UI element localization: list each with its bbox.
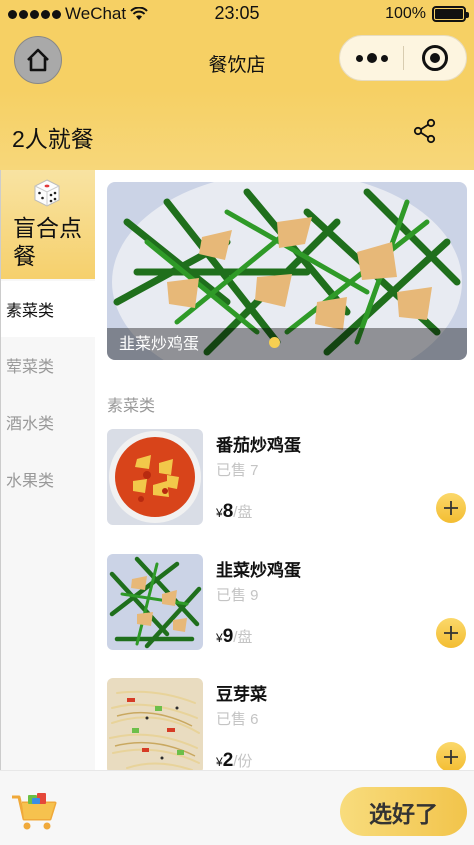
nav-bar: 餐饮店 <box>0 30 474 90</box>
price-currency: ¥ <box>216 506 223 520</box>
sidebar-item-meat[interactable]: 荤菜类 <box>1 337 96 393</box>
price-unit: /盘 <box>233 629 253 646</box>
battery-icon <box>432 6 469 22</box>
dish-price: ¥8/盘 <box>216 501 252 523</box>
dish-sold-count: 已售 7 <box>216 462 259 479</box>
price-value: 8 <box>222 501 234 522</box>
section-title: 素菜类 <box>107 398 156 415</box>
banner-carousel[interactable]: 韭菜炒鸡蛋 <box>107 182 467 360</box>
blind-box-label: 盲合点餐 <box>13 215 82 269</box>
dish-sold-count: 已售 9 <box>216 587 259 604</box>
dish-name: 豆芽菜 <box>216 685 267 704</box>
carousel-indicator-dot <box>269 337 280 348</box>
list-item[interactable]: 豆芽菜 已售 6 ¥2/份 <box>107 678 467 770</box>
category-sidebar: 盲合点餐 素菜类 荤菜类 酒水类 水果类 <box>0 170 96 770</box>
dish-list-panel: 韭菜炒鸡蛋 素菜类 番茄炒鸡蛋 已售 7 ¥8/盘 韭菜炒鸡蛋 已售 9 ¥9/… <box>95 170 474 770</box>
cart-icon[interactable] <box>10 791 58 833</box>
status-bar: WeChat 23:05 100% <box>0 0 474 30</box>
dish-image <box>107 554 203 650</box>
sidebar-item-vegetables[interactable]: 素菜类 <box>1 281 96 337</box>
add-to-cart-button[interactable] <box>436 742 466 770</box>
add-to-cart-button[interactable] <box>436 493 466 523</box>
price-value: 2 <box>222 750 234 770</box>
dish-name: 韭菜炒鸡蛋 <box>216 561 301 580</box>
dish-name: 番茄炒鸡蛋 <box>216 436 301 455</box>
dish-image <box>107 678 203 770</box>
battery-percent: 100% <box>385 5 426 22</box>
add-to-cart-button[interactable] <box>436 618 466 648</box>
price-unit: /盘 <box>233 504 253 521</box>
sidebar-item-drinks[interactable]: 酒水类 <box>1 394 96 450</box>
header-band: 2人就餐 <box>0 90 474 170</box>
checkout-button[interactable]: 选好了 <box>340 787 467 836</box>
more-button[interactable] <box>340 36 403 80</box>
price-unit: /份 <box>233 753 253 770</box>
close-ring-icon <box>421 45 448 71</box>
party-size-title: 2人就餐 <box>12 126 94 152</box>
dish-price: ¥2/份 <box>216 750 252 770</box>
dish-sold-count: 已售 6 <box>216 711 259 728</box>
price-currency: ¥ <box>216 631 223 645</box>
add-icon <box>444 750 458 764</box>
bottom-bar: 选好了 <box>0 770 474 845</box>
add-icon <box>444 501 458 515</box>
sidebar-item-fruit[interactable]: 水果类 <box>1 451 96 507</box>
dish-price: ¥9/盘 <box>216 626 252 648</box>
close-button[interactable] <box>404 36 466 80</box>
price-currency: ¥ <box>216 755 223 769</box>
add-icon <box>444 626 458 640</box>
share-icon[interactable] <box>412 118 438 144</box>
banner-caption: 韭菜炒鸡蛋 <box>119 336 200 353</box>
dish-image <box>107 429 203 525</box>
status-right: 100% <box>385 5 469 23</box>
dice-icon <box>34 179 60 207</box>
blind-box-order-button[interactable]: 盲合点餐 <box>1 170 96 279</box>
price-value: 9 <box>222 626 234 647</box>
mini-program-capsule <box>339 35 467 81</box>
list-item[interactable]: 韭菜炒鸡蛋 已售 9 ¥9/盘 <box>107 554 467 650</box>
list-item[interactable]: 番茄炒鸡蛋 已售 7 ¥8/盘 <box>107 429 467 525</box>
